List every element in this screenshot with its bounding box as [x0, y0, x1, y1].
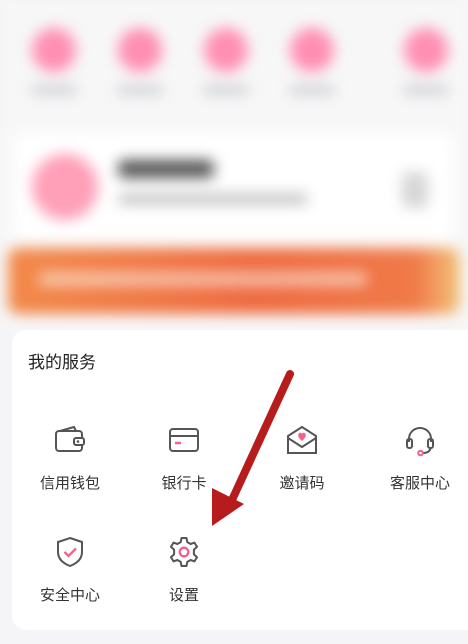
quick-action[interactable]	[110, 28, 170, 94]
service-label: 信用钱包	[39, 474, 100, 492]
my-services-card: 我的服务 信用钱包 银行卡 邀请码 客服中心 安全中心 设置	[12, 330, 468, 630]
blurred-header-area	[0, 0, 468, 330]
invite-envelope-icon	[284, 422, 320, 458]
section-title: 我的服务	[28, 353, 96, 373]
headset-icon	[402, 422, 438, 458]
service-bank-card[interactable]: 银行卡	[134, 422, 234, 512]
quick-action[interactable]	[196, 28, 256, 94]
profile-action[interactable]	[402, 172, 428, 208]
service-customer-center[interactable]: 客服中心	[370, 422, 468, 512]
banner-text	[38, 272, 368, 286]
gear-icon	[166, 534, 202, 570]
promo-banner[interactable]	[8, 248, 460, 314]
service-settings[interactable]: 设置	[134, 534, 234, 624]
bank-card-icon	[166, 422, 202, 458]
avatar	[32, 154, 98, 220]
service-label: 客服中心	[389, 474, 450, 492]
service-label: 设置	[168, 586, 199, 604]
profile-card[interactable]	[14, 132, 454, 242]
quick-actions-row	[0, 28, 468, 108]
profile-name	[118, 160, 214, 178]
quick-action[interactable]	[282, 28, 342, 94]
service-label: 银行卡	[161, 474, 207, 492]
wallet-icon	[52, 422, 88, 458]
service-credit-wallet[interactable]: 信用钱包	[20, 422, 120, 512]
service-invite-code[interactable]: 邀请码	[252, 422, 352, 512]
service-security-center[interactable]: 安全中心	[20, 534, 120, 624]
quick-action[interactable]	[396, 28, 456, 94]
service-label: 安全中心	[39, 586, 100, 604]
service-label: 邀请码	[279, 474, 325, 492]
profile-subtitle	[118, 194, 308, 204]
quick-action[interactable]	[24, 28, 84, 94]
shield-check-icon	[52, 534, 88, 570]
